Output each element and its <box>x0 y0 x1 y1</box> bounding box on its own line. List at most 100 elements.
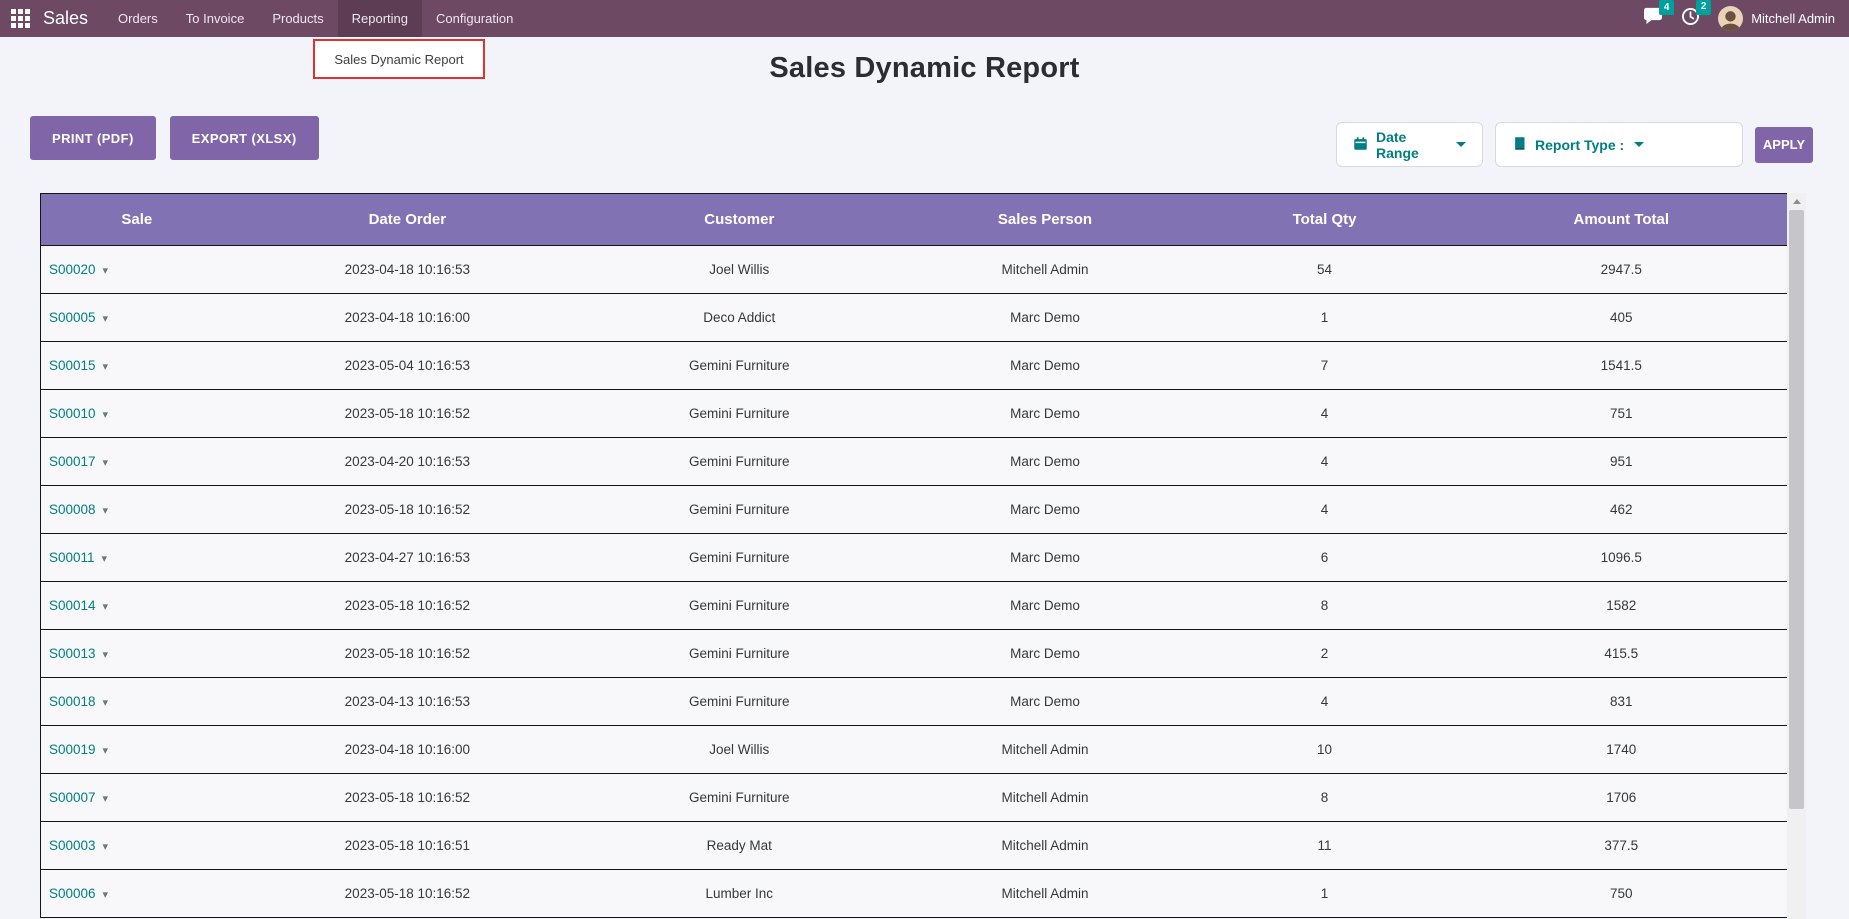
cell-sales-person: Mitchell Admin <box>897 246 1194 294</box>
cell-sales-person: Marc Demo <box>897 294 1194 342</box>
table-row: S00007▾2023-05-18 10:16:52Gemini Furnitu… <box>41 774 1788 822</box>
cell-total-qty: 10 <box>1193 726 1455 774</box>
caret-down-icon[interactable]: ▾ <box>103 313 109 325</box>
activities-badge: 2 <box>1696 0 1711 15</box>
systray: 4 2 Mitchell Admin <box>1643 0 1849 37</box>
caret-down-icon[interactable]: ▾ <box>103 265 109 277</box>
caret-down-icon[interactable]: ▾ <box>103 745 109 757</box>
nav-left: Sales OrdersTo InvoiceProductsReportingC… <box>0 0 527 37</box>
cell-customer: Joel Willis <box>582 726 896 774</box>
table-row: S00005▾2023-04-18 10:16:00Deco AddictMar… <box>41 294 1788 342</box>
messages-button[interactable]: 4 <box>1643 7 1663 30</box>
cell-amount-total: 751 <box>1456 390 1788 438</box>
app-brand[interactable]: Sales <box>43 8 88 29</box>
sale-order-link[interactable]: S00010 <box>49 406 96 421</box>
cell-total-qty: 1 <box>1193 870 1455 918</box>
cell-sale: S00006 ▾ <box>41 870 233 918</box>
cell-amount-total: 415.5 <box>1456 630 1788 678</box>
cell-customer: Joel Willis <box>582 246 896 294</box>
cell-total-qty: 4 <box>1193 390 1455 438</box>
cell-sales-person: Marc Demo <box>897 630 1194 678</box>
apps-menu-button[interactable] <box>0 0 39 37</box>
table-row: S00003▾2023-05-18 10:16:51Ready MatMitch… <box>41 822 1788 870</box>
print-pdf-button[interactable]: PRINT (PDF) <box>30 116 156 160</box>
menu-item-products[interactable]: Products <box>258 0 337 37</box>
caret-down-icon[interactable]: ▾ <box>103 889 109 901</box>
sale-order-link[interactable]: S00020 <box>49 262 96 277</box>
cell-date-order: 2023-05-18 10:16:52 <box>233 582 582 630</box>
sale-order-link[interactable]: S00013 <box>49 646 96 661</box>
caret-down-icon[interactable]: ▾ <box>103 505 109 517</box>
sale-order-link[interactable]: S00014 <box>49 598 96 613</box>
scroll-up-button[interactable] <box>1787 193 1806 209</box>
date-range-filter[interactable]: Date Range <box>1336 122 1483 167</box>
reporting-dropdown-menu: Sales Dynamic Report <box>313 39 485 79</box>
caret-down-icon[interactable]: ▾ <box>103 361 109 373</box>
column-header-sales-person: Sales Person <box>897 194 1194 246</box>
cell-sale: S00015 ▾ <box>41 342 233 390</box>
caret-down-icon[interactable]: ▾ <box>102 553 108 565</box>
menu-item-sales-dynamic-report[interactable]: Sales Dynamic Report <box>334 52 463 67</box>
sale-order-link[interactable]: S00018 <box>49 694 96 709</box>
sale-order-link[interactable]: S00017 <box>49 454 96 469</box>
table-row: S00015▾2023-05-04 10:16:53Gemini Furnitu… <box>41 342 1788 390</box>
sale-order-link[interactable]: S00019 <box>49 742 96 757</box>
table-row: S00010▾2023-05-18 10:16:52Gemini Furnitu… <box>41 390 1788 438</box>
cell-date-order: 2023-04-13 10:16:53 <box>233 678 582 726</box>
sale-order-link[interactable]: S00005 <box>49 310 96 325</box>
report-type-filter[interactable]: Report Type : <box>1495 122 1743 167</box>
table-scrollbar[interactable] <box>1787 193 1806 919</box>
caret-down-icon[interactable]: ▾ <box>103 649 109 661</box>
cell-date-order: 2023-05-18 10:16:51 <box>233 822 582 870</box>
caret-down-icon <box>1456 142 1466 147</box>
activities-button[interactable]: 2 <box>1681 7 1700 31</box>
cell-customer: Gemini Furniture <box>582 774 896 822</box>
table-header-row: SaleDate OrderCustomerSales PersonTotal … <box>41 194 1788 246</box>
caret-down-icon[interactable]: ▾ <box>103 841 109 853</box>
cell-amount-total: 405 <box>1456 294 1788 342</box>
export-xlsx-button[interactable]: EXPORT (XLSX) <box>170 116 319 160</box>
cell-amount-total: 951 <box>1456 438 1788 486</box>
caret-down-icon[interactable]: ▾ <box>103 409 109 421</box>
sale-order-link[interactable]: S00006 <box>49 886 96 901</box>
user-menu[interactable]: Mitchell Admin <box>1718 6 1835 31</box>
cell-customer: Ready Mat <box>582 822 896 870</box>
cell-customer: Deco Addict <box>582 294 896 342</box>
table-row: S00011 ▾ 2023-04-27 10:16:53Gemini Furnitu… <box>41 534 1788 582</box>
cell-total-qty: 54 <box>1193 246 1455 294</box>
cell-sales-person: Marc Demo <box>897 678 1194 726</box>
column-header-total-qty: Total Qty <box>1193 194 1455 246</box>
cell-total-qty: 4 <box>1193 438 1455 486</box>
cell-date-order: 2023-05-18 10:16:52 <box>233 486 582 534</box>
caret-down-icon[interactable]: ▾ <box>103 457 109 469</box>
cell-sales-person: Mitchell Admin <box>897 870 1194 918</box>
cell-sales-person: Mitchell Admin <box>897 774 1194 822</box>
cell-amount-total: 2947.5 <box>1456 246 1788 294</box>
cell-sales-person: Marc Demo <box>897 342 1194 390</box>
cell-date-order: 2023-04-27 10:16:53 <box>233 534 582 582</box>
menu-item-configuration[interactable]: Configuration <box>422 0 527 37</box>
menu-item-orders[interactable]: Orders <box>104 0 172 37</box>
menu-item-reporting[interactable]: Reporting <box>338 0 422 37</box>
table-row: S00014 ▾ 2023-05-18 10:16:52Gemini Furnitu… <box>41 582 1788 630</box>
sale-order-link[interactable]: S00003 <box>49 838 96 853</box>
sale-order-link[interactable]: S00008 <box>49 502 96 517</box>
scrollbar-thumb[interactable] <box>1789 210 1804 809</box>
caret-down-icon[interactable]: ▾ <box>103 601 109 613</box>
cell-customer: Gemini Furniture <box>582 342 896 390</box>
menu-item-to-invoice[interactable]: To Invoice <box>172 0 259 37</box>
cell-total-qty: 11 <box>1193 822 1455 870</box>
cell-sale: S00011 ▾ <box>41 534 233 582</box>
caret-down-icon <box>1634 142 1644 147</box>
report-type-label: Report Type : <box>1535 137 1624 153</box>
sale-order-link[interactable]: S00011 <box>49 550 95 565</box>
caret-down-icon[interactable]: ▾ <box>103 697 109 709</box>
caret-down-icon[interactable]: ▾ <box>103 793 109 805</box>
cell-sale: S00013 ▾ <box>41 630 233 678</box>
sale-order-link[interactable]: S00007 <box>49 790 96 805</box>
cell-sales-person: Marc Demo <box>897 390 1194 438</box>
sale-order-link[interactable]: S00015 <box>49 358 96 373</box>
cell-customer: Gemini Furniture <box>582 582 896 630</box>
cell-customer: Gemini Furniture <box>582 534 896 582</box>
apply-button[interactable]: APPLY <box>1755 127 1813 163</box>
